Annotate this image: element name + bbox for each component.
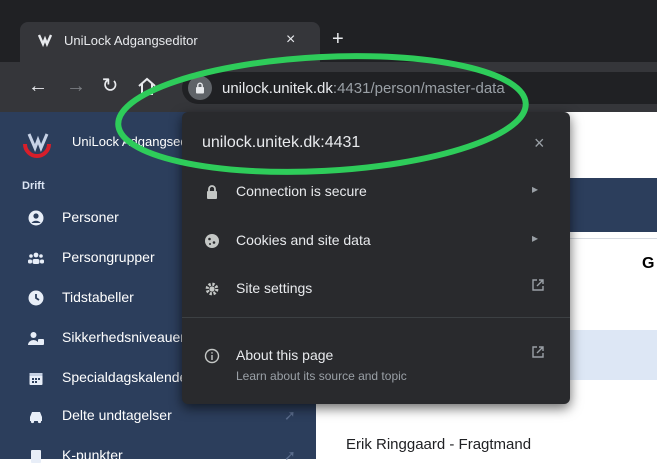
cookie-icon	[205, 234, 219, 248]
sidebar-item-label: Sikkerhedsniveauer	[62, 329, 185, 345]
info-icon	[204, 348, 220, 364]
pin-icon[interactable]: ➚	[284, 447, 296, 464]
section-label-drift: Drift	[22, 180, 45, 192]
address-bar[interactable]: unilock.unitek.dk:4431/person/master-dat…	[182, 72, 657, 104]
popup-item-label: Connection is secure	[236, 183, 367, 199]
site-info-button[interactable]	[188, 76, 212, 100]
browser-toolbar: ← → ↻ unilock.unitek.dk:4431/person/mast…	[0, 62, 657, 112]
sidebar-item-label: Personer	[62, 209, 119, 225]
sidebar-item-label: K-punkter	[62, 447, 123, 463]
url-host: unilock.unitek.dk	[222, 80, 333, 97]
unilock-logo-icon	[37, 34, 53, 48]
car-icon	[30, 412, 42, 424]
url-text: unilock.unitek.dk:4431/person/master-dat…	[222, 80, 505, 97]
sidebar-item-label: Delte undtagelser	[62, 407, 172, 423]
site-info-popup: unilock.unitek.dk:4431 × Connection is s…	[182, 112, 570, 404]
unilock-logo-icon	[23, 133, 51, 158]
doc-icon	[31, 450, 41, 463]
sidebar-item-k-punkter[interactable]: K-punkter ➚	[0, 438, 316, 474]
browser-tab[interactable]: UniLock Adgangseditor ×	[20, 22, 320, 62]
user-circle-icon	[28, 210, 44, 226]
new-tab-button[interactable]: +	[332, 28, 344, 51]
popup-item-label: Site settings	[236, 280, 313, 296]
home-icon[interactable]	[136, 75, 158, 97]
popup-item-label: About this page	[236, 347, 334, 363]
reload-icon[interactable]: ↻	[98, 74, 122, 98]
url-path: :4431/person/master-data	[332, 80, 505, 97]
partial-heading: G	[642, 255, 655, 272]
lock-icon	[196, 82, 204, 94]
about-this-page-item[interactable]: About this page Learn about its source a…	[182, 333, 570, 389]
close-icon[interactable]: ×	[534, 133, 545, 154]
forward-icon[interactable]: →	[64, 74, 88, 98]
lock-icon	[207, 185, 217, 199]
site-settings-item[interactable]: Site settings	[182, 266, 570, 312]
tab-title: UniLock Adgangseditor	[64, 33, 198, 48]
user-lock-icon	[28, 332, 44, 345]
popup-item-label: Cookies and site data	[236, 232, 371, 248]
browser-tabstrip: UniLock Adgangseditor × +	[0, 0, 657, 62]
connection-secure-item[interactable]: Connection is secure ▸	[182, 169, 570, 215]
sidebar-item-label: Persongrupper	[62, 249, 155, 265]
chevron-right-icon: ▸	[532, 231, 539, 245]
popup-item-sublabel: Learn about its source and topic	[236, 369, 407, 383]
tab-close-icon[interactable]: ×	[286, 31, 295, 49]
pin-icon[interactable]: ➚	[284, 407, 296, 424]
clock-icon	[28, 290, 44, 306]
chevron-right-icon: ▸	[532, 182, 539, 196]
users-icon	[28, 252, 44, 264]
sidebar-item-label: Specialdagskalender	[62, 369, 192, 385]
sidebar-item-label: Tidstabeller	[62, 289, 134, 305]
popup-title: unilock.unitek.dk:4431	[202, 134, 361, 151]
external-link-icon	[532, 279, 544, 291]
calendar-icon	[29, 373, 43, 385]
back-icon[interactable]: ←	[26, 74, 50, 98]
gear-icon	[205, 282, 219, 296]
table-row[interactable]: Erik Ringgaard - Fragtmand	[346, 436, 531, 453]
cookies-site-data-item[interactable]: Cookies and site data ▸	[182, 218, 570, 264]
external-link-icon	[532, 346, 544, 358]
popup-divider	[182, 317, 570, 318]
